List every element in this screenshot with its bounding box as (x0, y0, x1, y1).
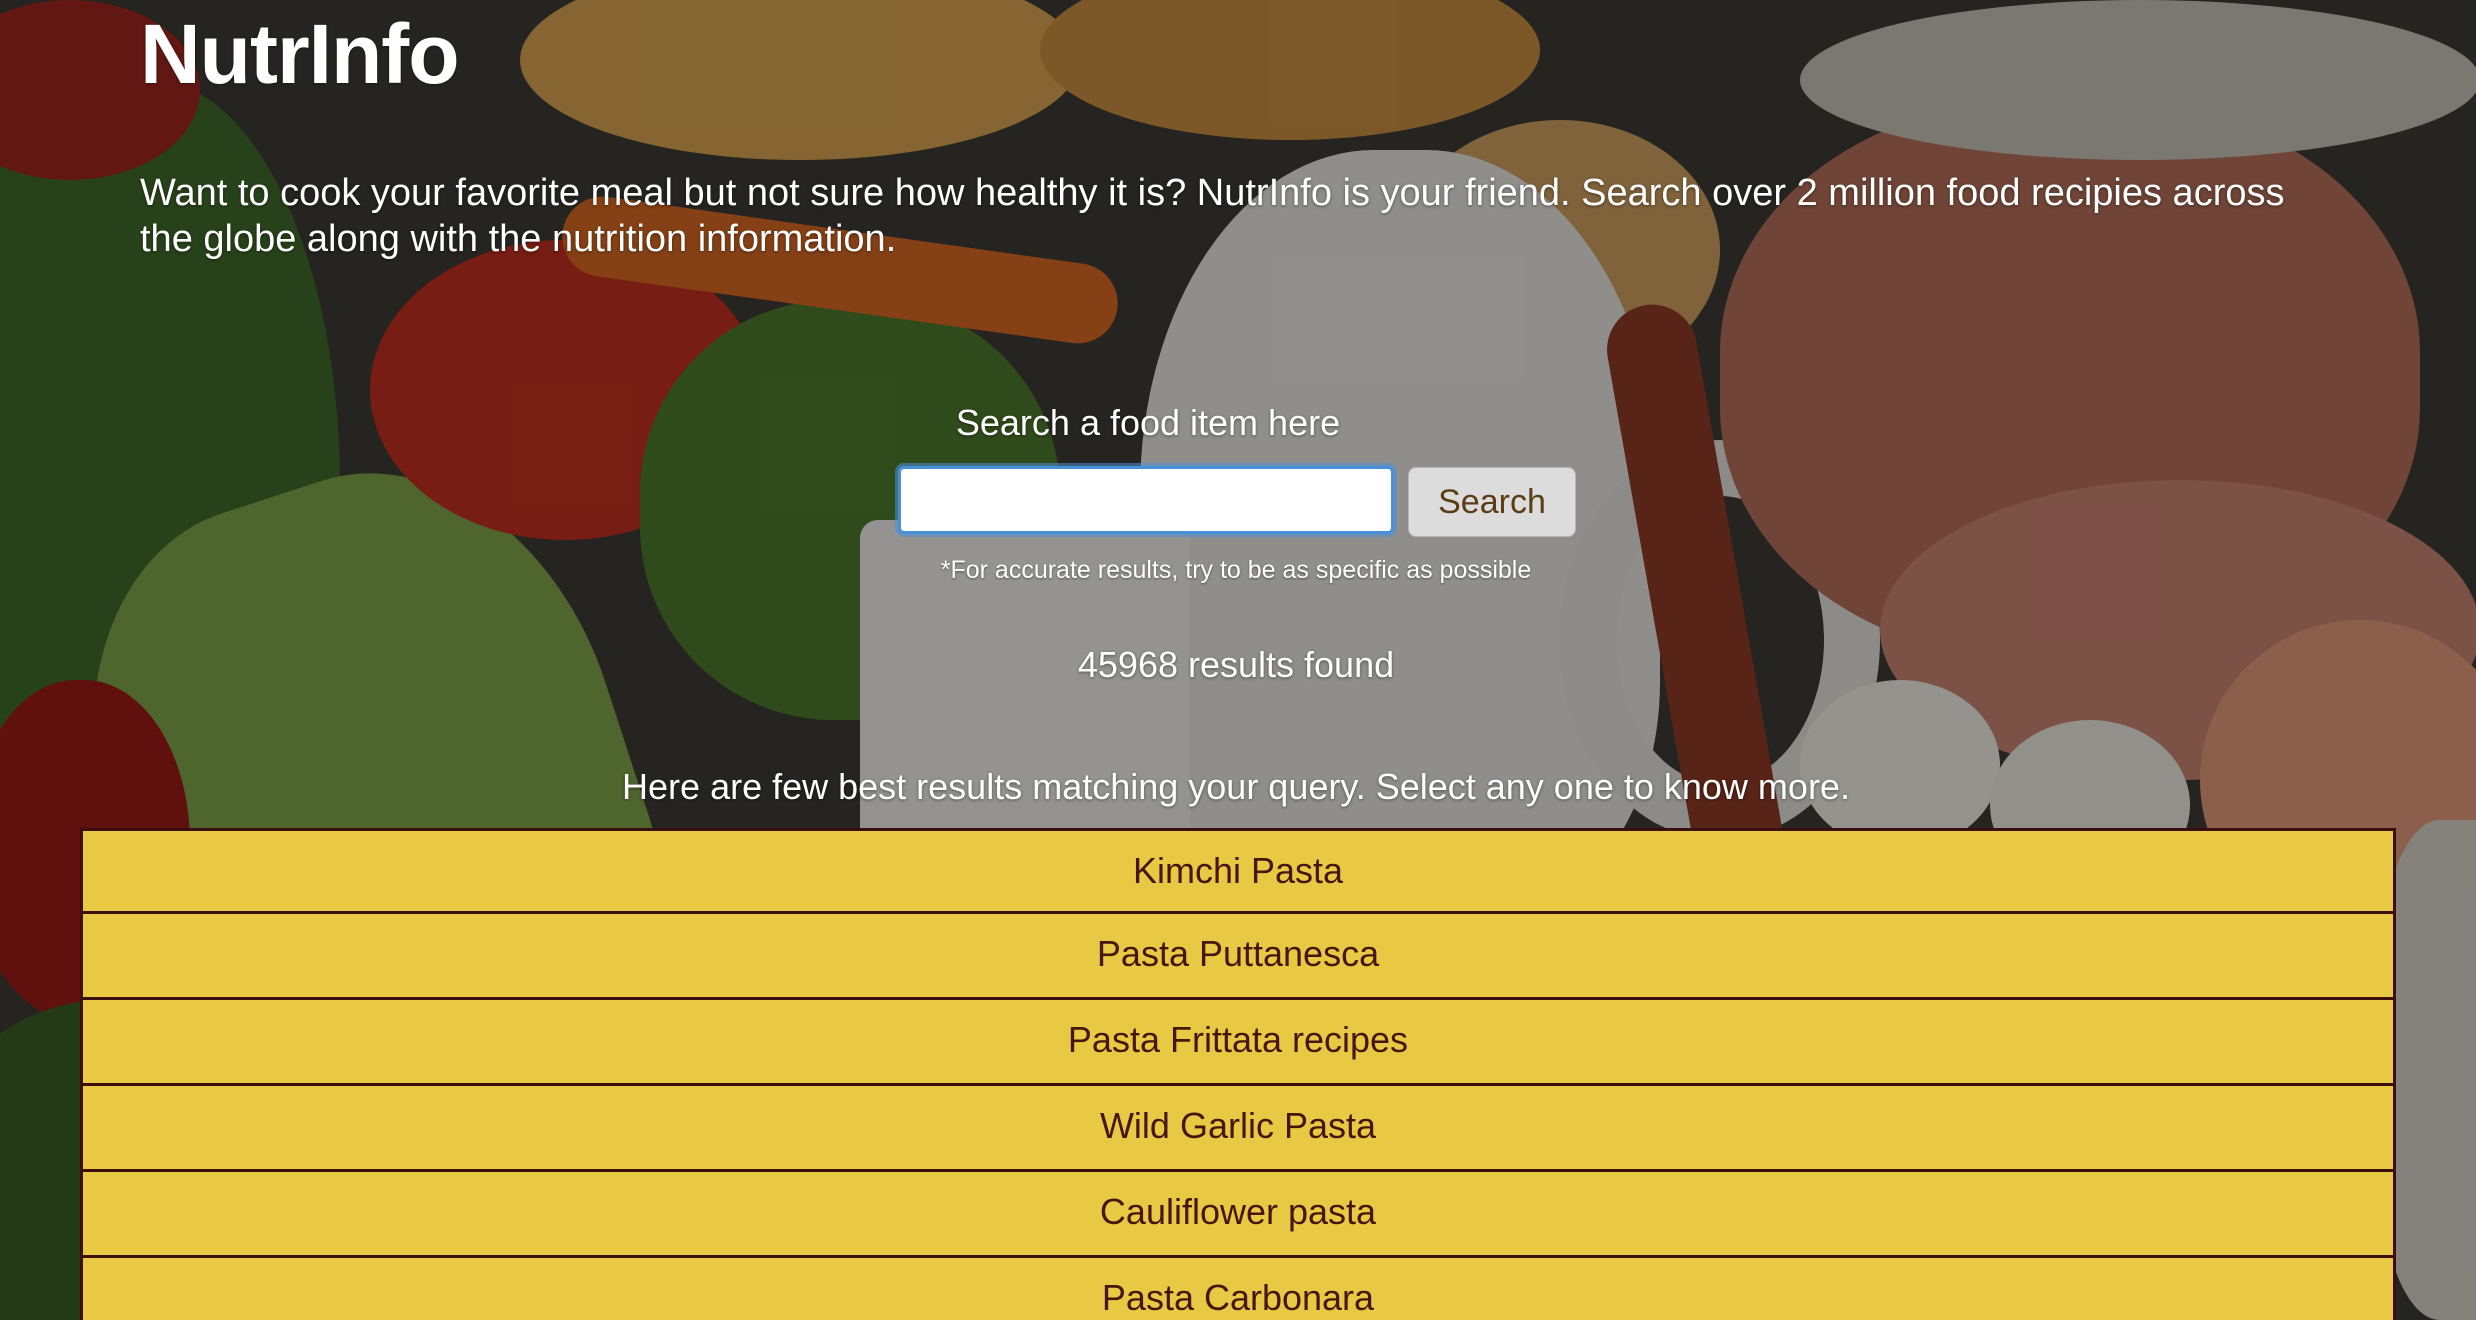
results-prompt: Here are few best results matching your … (622, 766, 1850, 807)
results-count: 45968 results found (1077, 644, 1395, 685)
result-item-cauliflower-pasta[interactable]: Cauliflower pasta (80, 1172, 2396, 1258)
search-hint: *For accurate results, try to be as spec… (940, 556, 1532, 584)
result-item-pasta-carbonara[interactable]: Pasta Carbonara (80, 1258, 2396, 1320)
search-input[interactable] (898, 466, 1394, 534)
result-item-pasta-frittata-recipes[interactable]: Pasta Frittata recipes (80, 1000, 2396, 1086)
intro-text: Want to cook your favorite meal but not … (140, 172, 2285, 260)
result-item-pasta-puttanesca[interactable]: Pasta Puttanesca (80, 914, 2396, 1000)
search-button[interactable]: Search (1408, 467, 1576, 537)
app-title: NutrInfo (140, 7, 460, 101)
main-content: NutrInfo Want to cook your favorite meal… (0, 0, 2476, 1320)
results-list: Kimchi Pasta Pasta Puttanesca Pasta Frit… (80, 828, 2396, 1320)
result-item-kimchi-pasta[interactable]: Kimchi Pasta (80, 828, 2396, 914)
page: NutrInfo Want to cook your favorite meal… (0, 0, 2476, 1320)
result-item-wild-garlic-pasta[interactable]: Wild Garlic Pasta (80, 1086, 2396, 1172)
search-label: Search a food item here (955, 402, 1341, 443)
